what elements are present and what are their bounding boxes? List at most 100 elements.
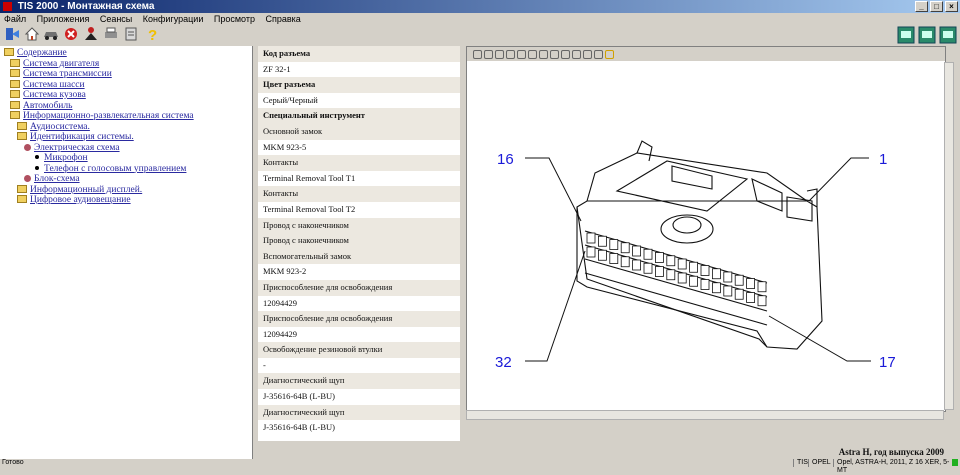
folder-icon [17, 132, 27, 140]
tree-item-label: Электрическая схема [34, 142, 120, 153]
menu-sessions[interactable]: Сеансы [100, 14, 132, 24]
property-value: MKM 923-5 [263, 141, 307, 152]
property-value: - [263, 359, 266, 370]
svg-text:?: ? [148, 27, 157, 42]
rotate-ccw-icon[interactable] [550, 49, 559, 59]
help-diagram-icon[interactable] [605, 49, 614, 59]
property-label: Вспомогательный замок [258, 248, 460, 265]
tree-item[interactable]: Микрофон [32, 153, 88, 164]
tree-item-label: Система кузова [23, 90, 86, 100]
tree-item[interactable]: Телефон с голосовым управлением [32, 164, 186, 175]
connector-pin [620, 242, 630, 254]
print-diagram-icon[interactable] [594, 49, 603, 59]
property-value: Terminal Removal Tool T1 [263, 172, 356, 183]
rotate-cw-icon[interactable] [539, 49, 548, 59]
tree-item[interactable]: Содержание [4, 48, 67, 59]
tree-item[interactable]: Информационный дисплей. [17, 184, 142, 196]
fit-page-icon[interactable] [561, 49, 570, 59]
folder-icon [10, 58, 20, 67]
fit-width-icon[interactable] [572, 49, 581, 59]
car-icon[interactable] [43, 26, 59, 42]
connector-pin [689, 275, 699, 287]
tree-item[interactable]: Блок-схема [24, 174, 80, 185]
zoom-out-icon[interactable] [495, 49, 504, 59]
app-icon [3, 2, 12, 11]
tree-item[interactable]: Автомобиль [10, 100, 73, 112]
tree-item[interactable]: Система двигателя [10, 58, 99, 70]
connection-status-icon [952, 459, 958, 466]
window-controls: _ □ × [915, 1, 958, 12]
menu-apps[interactable]: Приложения [37, 14, 90, 24]
connector-pin [689, 261, 699, 273]
tree-item[interactable]: Система трансмиссии [10, 69, 112, 80]
zoom-area-icon[interactable] [517, 49, 526, 59]
connector-pin [746, 278, 756, 289]
pointer-tool-icon[interactable] [473, 49, 482, 59]
close-button[interactable]: × [945, 1, 958, 12]
connector-pin [609, 239, 619, 250]
menu-view[interactable]: Просмотр [214, 14, 255, 24]
connector-pin [711, 268, 721, 280]
property-label: Диагностический щуп [258, 404, 460, 421]
pan-icon[interactable] [528, 49, 537, 59]
tree-item-label: Цифровое аудиовещание [30, 195, 131, 205]
schematic-icon [24, 143, 31, 151]
connector-pin [654, 252, 664, 263]
diagnostics-icon[interactable] [939, 26, 957, 44]
vehicle-info-icon[interactable] [918, 26, 936, 44]
fit-height-icon[interactable] [583, 49, 592, 59]
tree-item[interactable]: Цифровое аудиовещание [17, 195, 131, 206]
menu-help[interactable]: Справка [266, 14, 301, 24]
tree-item[interactable]: Электрическая схема [24, 143, 120, 154]
connector-pin [746, 292, 756, 303]
diagram-viewer: 16 1 32 17 [466, 46, 946, 412]
exit-icon[interactable] [4, 26, 20, 42]
tree-item[interactable]: Идентификация системы. [17, 132, 134, 143]
connector-pin [757, 281, 767, 293]
tree-item-label: Автомобиль [23, 100, 73, 111]
minimize-button[interactable]: _ [915, 1, 928, 12]
status-vehicle: Opel, ASTRA-H, 2011, Z 16 XER, 5-MT [833, 459, 960, 474]
property-value: Terminal Removal Tool T2 [263, 203, 356, 214]
menu-config[interactable]: Конфигурации [143, 14, 204, 24]
document-icon[interactable] [123, 26, 139, 42]
property-label: Код разъема [258, 46, 460, 62]
property-value: J-35616-64B (L-BU) [263, 391, 336, 402]
connector-pin [609, 253, 619, 264]
folder-icon [17, 195, 27, 203]
tree-item-label: Информационно-развлекательная система [23, 111, 194, 121]
connector-pin [654, 266, 664, 277]
zoom-in-icon[interactable] [484, 49, 493, 59]
diagram-toolbar [467, 47, 945, 61]
menu-bar: Файл Приложения Сеансы Конфигурации Прос… [0, 13, 960, 25]
stop-icon[interactable] [63, 26, 79, 42]
pin-label-17: 17 [879, 354, 896, 371]
connector-pin [677, 258, 687, 270]
connector-pin [597, 249, 607, 261]
connector-pin [643, 248, 653, 260]
tree-item[interactable]: Система кузова [10, 90, 86, 101]
main-toolbar: ? [0, 25, 960, 45]
home-icon[interactable] [24, 26, 40, 42]
zoom-fit-icon[interactable] [506, 49, 515, 59]
property-label: Контакты [258, 186, 460, 202]
person-icon[interactable] [83, 26, 99, 42]
connector-pin [586, 232, 596, 244]
tree-item-label: Аудиосистема. [30, 121, 90, 132]
tree-item[interactable]: Система шасси [10, 79, 85, 91]
maximize-button[interactable]: □ [930, 1, 943, 12]
help-icon[interactable]: ? [144, 26, 160, 42]
diagram-horizontal-scrollbar[interactable] [466, 410, 944, 420]
vehicle-caption: Astra H, год выпуска 2009 [838, 447, 944, 457]
printer-icon[interactable] [103, 26, 119, 42]
status-text: Готово [2, 459, 24, 466]
diagram-vertical-scrollbar[interactable] [944, 62, 954, 410]
network-icon[interactable] [897, 26, 915, 44]
menu-file[interactable]: Файл [4, 14, 26, 24]
folder-icon [10, 111, 20, 119]
connector-pin [700, 265, 710, 276]
tree-item[interactable]: Информационно-развлекательная система [10, 111, 194, 122]
window-title: TIS 2000 - Монтажная схема [17, 1, 155, 12]
tree-item[interactable]: Аудиосистема. [17, 121, 90, 133]
folder-icon [10, 69, 20, 77]
